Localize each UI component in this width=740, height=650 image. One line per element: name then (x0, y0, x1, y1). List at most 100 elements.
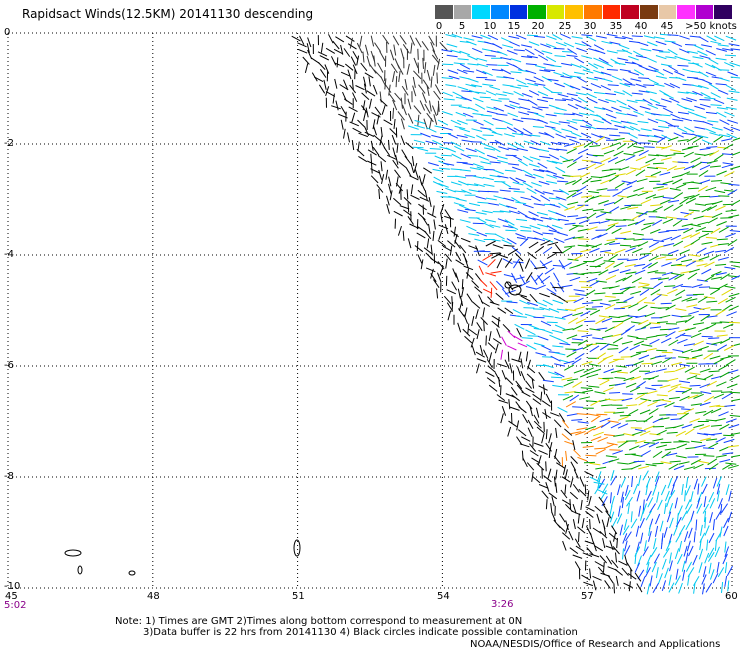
wind-vector (407, 98, 412, 110)
wind-vector (581, 574, 591, 581)
wind-vector (572, 119, 584, 122)
wind-vector (719, 371, 730, 378)
wind-vector (716, 561, 720, 573)
wind-vector (671, 296, 682, 302)
wind-vector (482, 307, 485, 318)
wind-vector (605, 455, 617, 458)
wind-vector (364, 126, 370, 136)
wind-vector (471, 128, 483, 132)
wind-vector (566, 148, 577, 154)
wind-vector (719, 459, 731, 463)
wind-vector (592, 527, 602, 534)
wind-vector (575, 293, 587, 296)
wind-vector (661, 262, 672, 267)
wind-vector (529, 225, 541, 230)
wind-vector (565, 348, 577, 350)
wind-vector (458, 105, 470, 109)
wind-vector (431, 105, 437, 116)
wind-vector (442, 91, 454, 97)
credit: NOAA/NESDIS/Office of Research and Appli… (470, 639, 721, 650)
wind-vector (728, 321, 740, 324)
wind-vector (710, 288, 720, 296)
wind-vector (537, 91, 549, 97)
wind-vector (520, 371, 526, 381)
wind-vector (451, 281, 458, 291)
wind-vector (659, 520, 664, 532)
wind-vector (720, 503, 723, 515)
wind-vector (684, 490, 686, 502)
wind-vector (629, 386, 641, 393)
wind-vector (457, 58, 469, 61)
wind-vector (460, 237, 471, 243)
wind-vector (724, 54, 737, 57)
wind-vector (724, 111, 735, 117)
wind-vector (608, 269, 620, 274)
wind-vector (711, 200, 723, 205)
wind-vector (648, 261, 658, 269)
wind-vector (456, 134, 468, 138)
wind-vector (347, 43, 357, 50)
wind-vector (541, 400, 551, 407)
notes: Note: 1) Times are GMT 2)Times along bot… (115, 616, 578, 638)
wind-vector (417, 254, 423, 264)
wind-vector (694, 153, 706, 156)
wind-vector (694, 126, 706, 130)
wind-vector (581, 159, 593, 162)
wind-vector (597, 357, 608, 365)
island-outline (293, 539, 301, 557)
wind-vector (725, 232, 736, 238)
wind-vector (641, 362, 653, 365)
wind-vector (573, 144, 585, 149)
wind-vector (358, 155, 368, 163)
wind-vector (633, 50, 644, 57)
wind-vector (423, 167, 433, 174)
wind-vector (536, 462, 545, 471)
wind-vector (634, 572, 642, 582)
wind-vector (709, 165, 721, 168)
wind-vector (377, 155, 387, 163)
wind-vector (656, 491, 660, 503)
wind-vector (569, 547, 579, 555)
wind-vector (633, 483, 639, 495)
time-mid: 3:26 (491, 599, 514, 610)
wind-vector (537, 162, 548, 169)
wind-vector (661, 580, 667, 592)
wind-vector (665, 258, 677, 261)
wind-vector (489, 301, 500, 306)
wind-vector (630, 511, 633, 523)
wind-vector (729, 261, 740, 264)
wind-vector (386, 203, 390, 214)
wind-vector (695, 226, 706, 232)
wind-vector (669, 82, 681, 89)
wind-vector (617, 57, 629, 61)
wind-vector (465, 147, 477, 153)
wind-vector (726, 97, 738, 101)
wind-vector (393, 197, 402, 206)
wind-vector (511, 246, 521, 255)
wind-vector (699, 425, 710, 430)
wind-vector (502, 91, 514, 95)
wind-vector (541, 50, 553, 55)
wind-vector (701, 241, 713, 245)
wind-vector (705, 128, 716, 134)
wind-vector (636, 583, 643, 593)
wind-vector (379, 99, 388, 107)
wind-vector (457, 209, 469, 213)
wind-vector (640, 253, 652, 255)
wind-vector (723, 525, 729, 537)
wind-vector (417, 212, 426, 221)
wind-vector (462, 162, 474, 166)
wind-vector (483, 183, 495, 187)
wind-vector (667, 288, 678, 295)
wind-vector (545, 113, 557, 117)
wind-vector (589, 221, 601, 224)
wind-vector (697, 50, 708, 56)
wind-vector (699, 99, 711, 101)
wind-vector (511, 154, 523, 161)
wind-vector (555, 469, 558, 480)
wind-vector (701, 483, 708, 495)
wind-vector (374, 106, 382, 116)
wind-vector (594, 292, 606, 295)
wind-vector (475, 309, 479, 320)
wind-vector (705, 49, 716, 56)
